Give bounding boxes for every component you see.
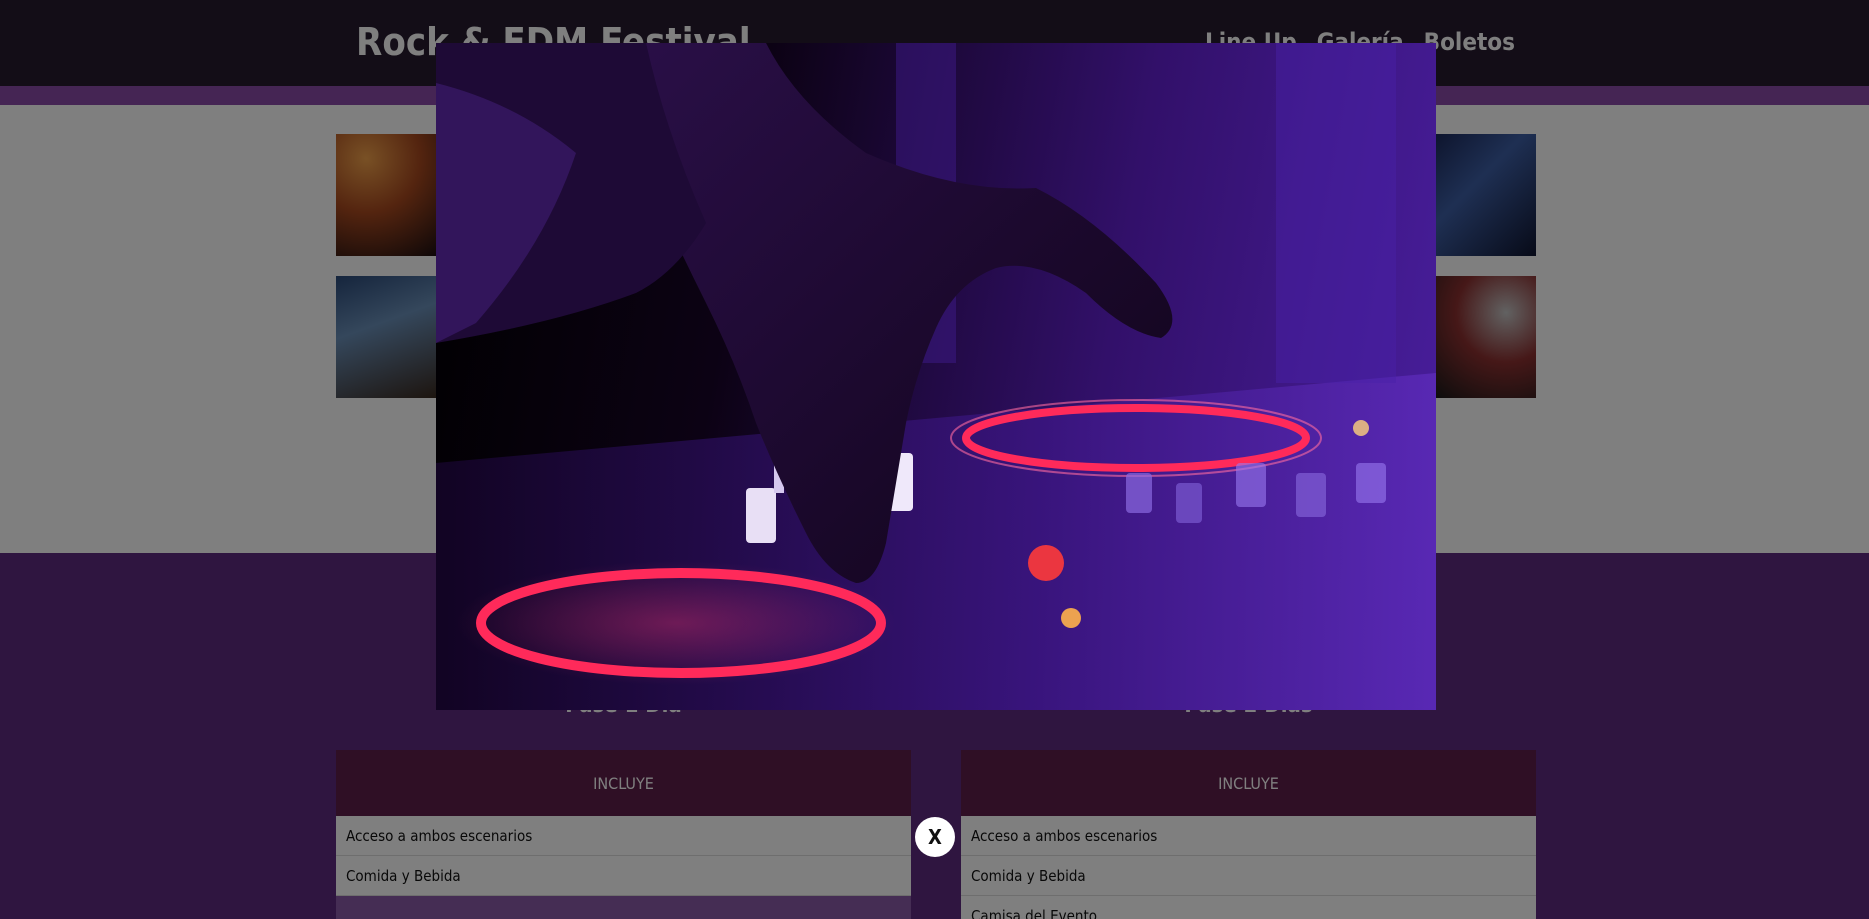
close-lightbox-button[interactable]: X (915, 817, 955, 857)
dj-turntable-image (436, 43, 1436, 710)
lightbox-image (436, 43, 1436, 710)
